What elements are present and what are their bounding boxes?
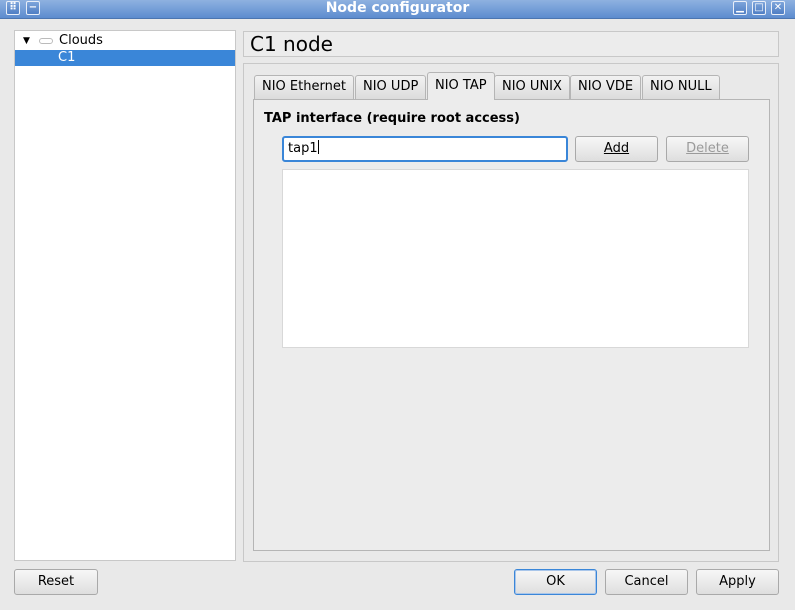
apply-button[interactable]: Apply	[696, 569, 779, 595]
ok-button[interactable]: OK	[514, 569, 597, 595]
tab-nio-unix[interactable]: NIO UNIX	[494, 75, 570, 99]
node-tree[interactable]: ▼ Clouds C1	[14, 30, 236, 561]
tap-group-label: TAP interface (require root access)	[264, 111, 520, 126]
minimize-icon[interactable]: ▁	[733, 1, 747, 15]
folder-icon	[39, 38, 53, 44]
delete-button-label: Delete	[686, 141, 729, 156]
tree-item-clouds[interactable]: ▼ Clouds	[15, 33, 235, 49]
page-title: C1 node	[250, 32, 333, 56]
delete-button[interactable]: Delete	[666, 136, 749, 162]
tap-input-value: tap1	[288, 141, 318, 156]
tap-interface-input[interactable]: tap1	[282, 136, 568, 162]
tab-nio-null[interactable]: NIO NULL	[642, 75, 720, 99]
chevron-down-icon[interactable]: ▼	[23, 33, 30, 49]
tab-nio-udp[interactable]: NIO UDP	[355, 75, 427, 99]
tab-nio-ethernet[interactable]: NIO Ethernet	[254, 75, 354, 99]
maximize-icon[interactable]: □	[752, 1, 766, 15]
reset-button[interactable]: Reset	[14, 569, 98, 595]
tab-nio-vde[interactable]: NIO VDE	[570, 75, 642, 99]
tree-item-c1[interactable]: C1	[15, 50, 235, 66]
cancel-button[interactable]: Cancel	[605, 569, 688, 595]
node-header: C1 node	[243, 31, 779, 57]
tree-item-label: C1	[58, 50, 76, 65]
add-button[interactable]: Add	[575, 136, 658, 162]
text-caret	[317, 140, 319, 154]
window-title: Node configurator	[325, 0, 470, 16]
add-button-label: Add	[603, 141, 630, 156]
tab-nio-tap[interactable]: NIO TAP	[427, 72, 495, 100]
tap-interface-list[interactable]	[282, 169, 749, 348]
window-titlebar: ⠿ − Node configurator ▁ □ ✕	[0, 0, 795, 19]
tree-item-label: Clouds	[59, 33, 103, 48]
close-icon[interactable]: ✕	[771, 1, 785, 15]
